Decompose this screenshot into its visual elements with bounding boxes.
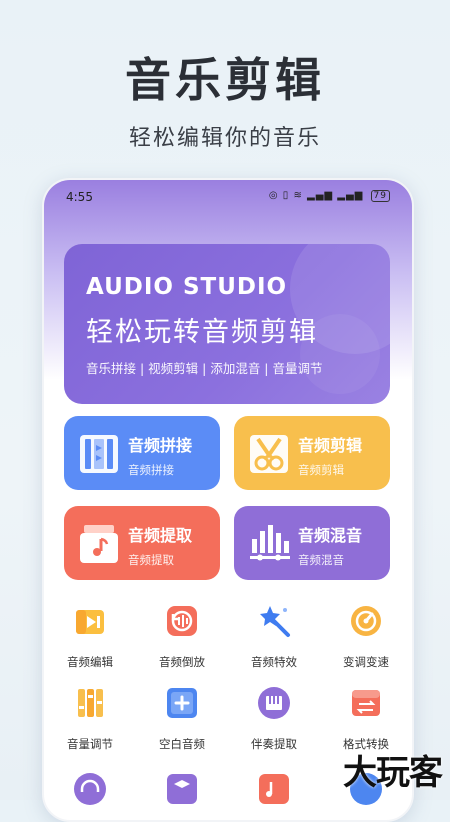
battery-icon: 79: [370, 190, 390, 202]
tool-label: 变调变速: [343, 655, 389, 669]
music-note-icon: [259, 774, 289, 804]
status-time: 4:55: [66, 190, 93, 204]
signal-icon: ▂▄▆: [307, 190, 334, 201]
tool-blank-audio[interactable]: 空白音频: [136, 686, 228, 752]
audio-edit-icon: [76, 610, 104, 634]
tool-label: 空白音频: [159, 737, 205, 751]
box-icon: [167, 774, 197, 804]
headphones-icon: [74, 773, 106, 805]
signal-icon-2: ▂▄▆: [337, 190, 364, 201]
tool-partial-1[interactable]: [44, 772, 136, 810]
tool-label: 伴奏提取: [251, 737, 297, 751]
tool-label: 音量调节: [67, 737, 113, 751]
hero-banner[interactable]: AUDIO STUDIO 轻松玩转音频剪辑 音乐拼接 | 视频剪辑 | 添加混音…: [64, 244, 390, 404]
tool-volume-adjust[interactable]: 音量调节: [44, 686, 136, 752]
tool-audio-edit[interactable]: 音频编辑: [44, 604, 136, 670]
card-title: 音频剪辑: [298, 436, 363, 455]
card-title: 音频拼接: [128, 436, 193, 455]
card-subtitle: 音频混音: [298, 553, 344, 567]
card-audio-cut[interactable]: 音频剪辑 音频剪辑: [234, 416, 390, 490]
volume-adjust-icon: [78, 689, 103, 717]
promo-title: 音乐剪辑: [125, 53, 325, 107]
music-extract-icon: [80, 525, 118, 563]
banner-tags: 音乐拼接 | 视频剪辑 | 添加混音 | 音量调节: [86, 361, 323, 376]
scissors-icon: [250, 435, 288, 473]
watermark-logo: 大玩客: [343, 753, 443, 793]
phone-frame: 4:55 ◎ ▯ ≋ ▂▄▆ ▂▄▆ 79 AUDIO STUDIO 轻松玩转音…: [42, 178, 414, 822]
card-audio-extract[interactable]: 音频提取 音频提取: [64, 506, 220, 580]
card-title: 音频提取: [128, 526, 193, 545]
pitch-speed-icon: [351, 606, 381, 636]
tool-audio-reverse[interactable]: 音频倒放: [136, 604, 228, 670]
tool-label: 音频特效: [251, 655, 297, 669]
format-convert-icon: [352, 690, 380, 716]
audio-splice-icon: [80, 435, 118, 473]
tool-label: 音频编辑: [67, 655, 113, 669]
card-subtitle: 音频提取: [128, 553, 174, 567]
tool-accompaniment-extract[interactable]: 伴奏提取: [228, 686, 320, 752]
tool-audio-effects[interactable]: 音频特效: [228, 604, 320, 670]
piano-icon: [258, 687, 290, 719]
tool-pitch-speed[interactable]: 变调变速: [320, 604, 412, 670]
card-audio-mix[interactable]: 音频混音 音频混音: [234, 506, 390, 580]
vibrate-icon: ▯: [282, 190, 290, 201]
wifi-icon: ≋: [293, 190, 303, 201]
banner-title-en: AUDIO STUDIO: [86, 274, 288, 300]
card-title: 音频混音: [298, 526, 363, 545]
mixer-icon: [250, 525, 290, 561]
status-icons: ◎ ▯ ≋ ▂▄▆ ▂▄▆ 79: [269, 190, 390, 202]
reverse-icon: [167, 606, 197, 636]
status-bar: 4:55 ◎ ▯ ≋ ▂▄▆ ▂▄▆ 79: [44, 188, 412, 208]
tool-partial-3[interactable]: [228, 772, 320, 810]
blank-audio-icon: [167, 688, 197, 718]
card-audio-splice[interactable]: 音频拼接 音频拼接: [64, 416, 220, 490]
promo-subtitle: 轻松编辑你的音乐: [128, 126, 321, 151]
tool-format-convert[interactable]: 格式转换: [320, 686, 412, 752]
banner-title-cn: 轻松玩转音频剪辑: [86, 317, 318, 348]
tool-partial-2[interactable]: [136, 772, 228, 810]
alarm-icon: ◎: [268, 190, 279, 201]
tool-label: 音频倒放: [159, 655, 205, 669]
card-subtitle: 音频拼接: [128, 463, 174, 477]
magic-wand-icon: [260, 606, 290, 637]
card-subtitle: 音频剪辑: [298, 463, 344, 477]
